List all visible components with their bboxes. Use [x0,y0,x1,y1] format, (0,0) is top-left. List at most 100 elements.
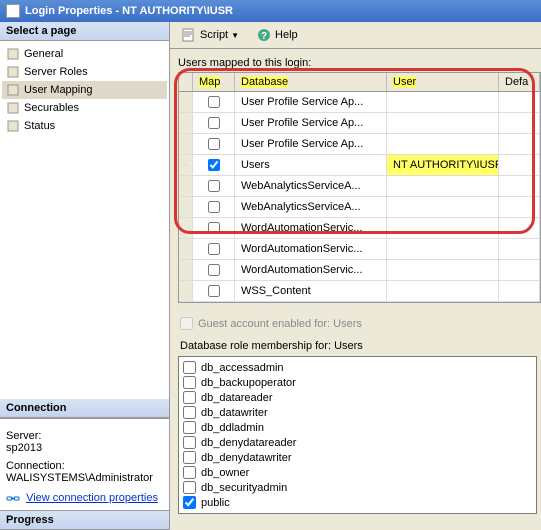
database-cell: User Profile Service Ap... [235,113,387,133]
role-item-db_securityadmin[interactable]: db_securityadmin [183,480,532,495]
sidebar-item-label: User Mapping [24,84,92,96]
role-checkbox[interactable] [183,466,196,479]
status-icon [6,119,20,133]
user-cell: NT AUTHORITY\IUSR [387,155,499,175]
row-header [179,239,193,259]
col-header-default[interactable]: Defa [499,73,540,91]
map-checkbox-cell[interactable] [193,92,235,112]
user-cell [387,218,499,238]
role-checkbox[interactable] [183,436,196,449]
sidebar-item-label: Server Roles [24,66,88,78]
table-row[interactable]: WebAnalyticsServiceA... [179,176,540,197]
map-checkbox-cell[interactable] [193,218,235,238]
server-value: sp2013 [6,442,163,454]
role-name: db_securityadmin [201,482,287,494]
map-checkbox[interactable] [208,264,220,276]
map-checkbox-cell[interactable] [193,197,235,217]
row-header [179,113,193,133]
map-checkbox-cell[interactable] [193,113,235,133]
table-row[interactable]: UsersNT AUTHORITY\IUSR [179,155,540,176]
role-checkbox[interactable] [183,421,196,434]
row-header [179,218,193,238]
role-checkbox[interactable] [183,481,196,494]
row-header [179,155,193,175]
guest-account-checkbox [180,317,193,330]
col-header-map[interactable]: Map [193,73,235,91]
role-item-db_datareader[interactable]: db_datareader [183,390,532,405]
grid-corner [179,73,193,91]
view-connection-properties-link[interactable]: View connection properties [26,492,158,504]
default-schema-cell [499,113,540,133]
map-checkbox[interactable] [208,201,220,213]
role-checkbox[interactable] [183,451,196,464]
table-row[interactable]: WordAutomationServic... [179,260,540,281]
database-cell: WebAnalyticsServiceA... [235,197,387,217]
map-checkbox[interactable] [208,159,220,171]
map-checkbox[interactable] [208,243,220,255]
col-header-user[interactable]: User [387,73,499,91]
table-row[interactable]: WordAutomationServic... [179,218,540,239]
default-schema-cell [499,281,540,301]
map-checkbox[interactable] [208,285,220,297]
map-checkbox-cell[interactable] [193,260,235,280]
map-checkbox[interactable] [208,96,220,108]
table-row[interactable]: WebAnalyticsServiceA... [179,197,540,218]
page-nav: General Server Roles User Mapping Securable… [0,41,169,139]
map-checkbox-cell[interactable] [193,281,235,301]
database-cell: Users [235,155,387,175]
sidebar-item-user-mapping[interactable]: User Mapping [2,81,167,99]
map-checkbox[interactable] [208,138,220,150]
sidebar-item-status[interactable]: Status [2,117,167,135]
role-item-db_ddladmin[interactable]: db_ddladmin [183,420,532,435]
sidebar-item-general[interactable]: General [2,45,167,63]
map-checkbox-cell[interactable] [193,239,235,259]
role-item-db_datawriter[interactable]: db_datawriter [183,405,532,420]
role-membership-list[interactable]: db_accessadmindb_backupoperator db_datare… [178,356,537,514]
role-membership-label: Database role membership for: Users [180,340,541,352]
role-checkbox[interactable] [183,361,196,374]
role-item-db_accessadmin[interactable]: db_accessadmin [183,360,532,375]
role-item-public[interactable]: public [183,495,532,510]
table-row[interactable]: WordAutomationServic... [179,239,540,260]
role-item-db_backupoperator[interactable]: db_backupoperator [183,375,532,390]
sidebar-item-securables[interactable]: Securables [2,99,167,117]
map-checkbox-cell[interactable] [193,134,235,154]
link-icon [6,491,20,505]
table-row[interactable]: User Profile Service Ap... [179,113,540,134]
role-checkbox[interactable] [183,406,196,419]
help-button[interactable]: ? Help [251,26,304,44]
user-cell [387,239,499,259]
user-cell [387,197,499,217]
user-mapping-grid[interactable]: Map Database User Defa User Profile Serv… [178,72,541,303]
map-checkbox[interactable] [208,180,220,192]
database-cell: WordAutomationServic... [235,239,387,259]
script-button[interactable]: Script ▼ [176,26,245,44]
user-cell [387,113,499,133]
table-row[interactable]: User Profile Service Ap... [179,92,540,113]
map-checkbox[interactable] [208,117,220,129]
default-schema-cell [499,197,540,217]
default-schema-cell [499,239,540,259]
role-name: db_datareader [201,392,273,404]
progress-header: Progress [0,510,169,530]
role-checkbox[interactable] [183,376,196,389]
role-name: db_accessadmin [201,362,284,374]
table-row[interactable]: User Profile Service Ap... [179,134,540,155]
role-checkbox[interactable] [183,391,196,404]
connection-label: Connection: [6,460,163,472]
map-checkbox-cell[interactable] [193,176,235,196]
role-item-db_owner[interactable]: db_owner [183,465,532,480]
window-titlebar[interactable]: Login Properties - NT AUTHORITY\IUSR [0,0,541,22]
col-header-database[interactable]: Database [235,73,387,91]
role-checkbox[interactable] [183,496,196,509]
map-checkbox[interactable] [208,222,220,234]
role-item-db_denydatareader[interactable]: db_denydatareader [183,435,532,450]
sidebar-item-server-roles[interactable]: Server Roles [2,63,167,81]
role-name: db_ddladmin [201,422,264,434]
server-label: Server: [6,430,163,442]
map-checkbox-cell[interactable] [193,155,235,175]
row-header [179,92,193,112]
default-schema-cell [499,176,540,196]
role-item-db_denydatawriter[interactable]: db_denydatawriter [183,450,532,465]
table-row[interactable]: WSS_Content [179,281,540,302]
